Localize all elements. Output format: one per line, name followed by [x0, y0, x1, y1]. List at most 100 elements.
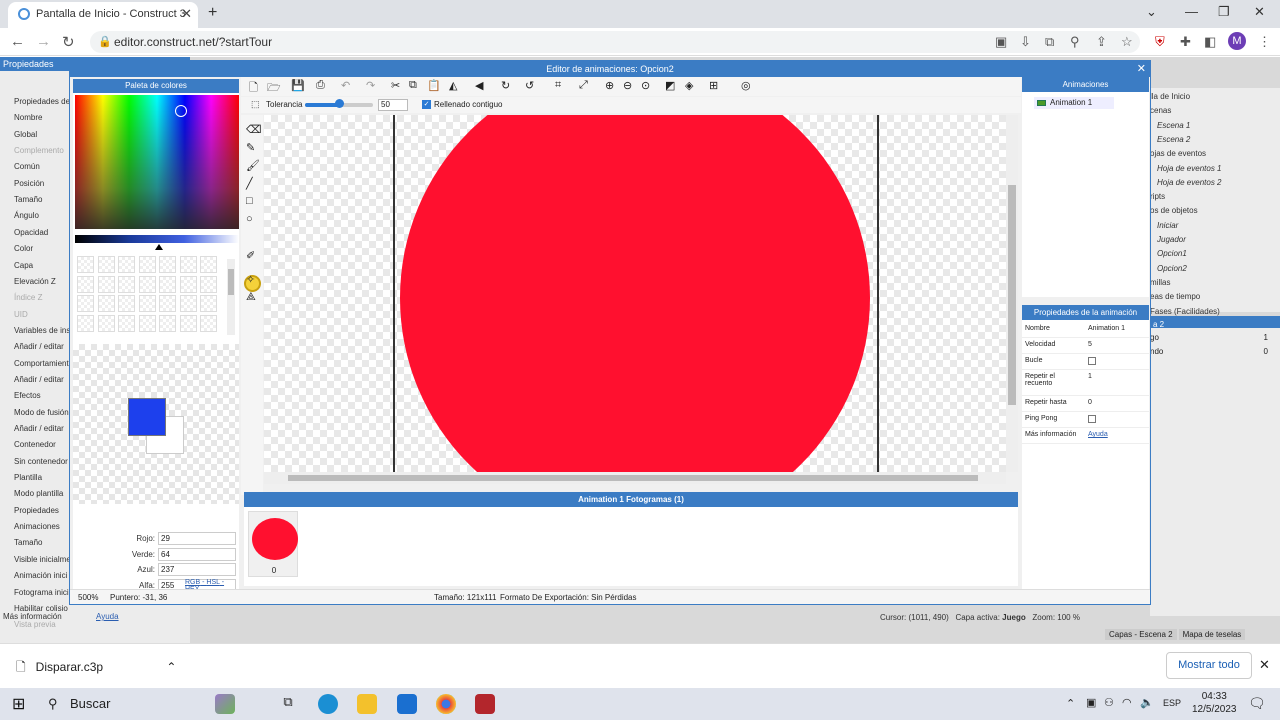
property-row-label[interactable]: Modo plantilla	[14, 489, 63, 498]
line-icon[interactable]: ╱	[246, 177, 253, 190]
side-panel-icon[interactable]: ◧	[1204, 34, 1216, 50]
property-row-label[interactable]: Complemento	[14, 146, 64, 155]
empty-swatch[interactable]	[159, 295, 176, 312]
export-icon[interactable]: ⎙	[316, 79, 325, 92]
origin-point-icon[interactable]: ✧	[246, 273, 255, 286]
empty-swatch[interactable]	[159, 314, 176, 332]
property-row-label[interactable]: Propiedades	[14, 506, 59, 515]
empty-swatch[interactable]	[179, 295, 197, 312]
browser-tab[interactable]: Pantalla de Inicio - Construct 3 ✕	[8, 2, 198, 28]
windows-start-icon[interactable]: ⊞	[12, 694, 25, 714]
close-download-bar-icon[interactable]: ✕	[1259, 657, 1270, 673]
property-row-label[interactable]: Tamaño	[14, 195, 42, 204]
color-picker-handle[interactable]	[175, 105, 187, 117]
property-row-label[interactable]: Contenedor	[14, 440, 56, 449]
new-file-icon[interactable]: 🗋	[249, 79, 258, 98]
download-item[interactable]: 🗋 Disparar.c3p ⌃	[16, 658, 176, 679]
rotate-ccw-icon[interactable]: ↺	[525, 79, 534, 92]
selection-icon[interactable]: ⬚	[251, 99, 260, 110]
property-row-label[interactable]: Ángulo	[14, 211, 39, 220]
menu-icon[interactable]: ⋮	[1258, 34, 1271, 50]
property-row-label[interactable]: Modo de fusión	[14, 408, 69, 417]
canvas-vertical-scrollbar[interactable]	[1006, 115, 1018, 472]
edge-icon[interactable]	[318, 694, 338, 714]
property-row-label[interactable]: Comportamient	[14, 359, 69, 368]
construct-app-icon[interactable]	[475, 694, 495, 714]
open-folder-icon[interactable]: 🗁	[267, 79, 281, 98]
project-tree-item[interactable]: Opcion2	[1157, 264, 1187, 273]
project-tree-item[interactable]: ripts	[1150, 192, 1165, 201]
project-tree-item[interactable]: millas	[1150, 278, 1170, 287]
contiguous-checkbox[interactable]: ✓	[422, 100, 431, 109]
property-row-label[interactable]: Global	[14, 130, 37, 139]
lavender-widget-icon[interactable]	[215, 694, 235, 714]
color-picker-icon[interactable]: ✐	[246, 249, 255, 262]
cut-icon[interactable]: ✂	[391, 79, 400, 92]
new-tab-icon[interactable]: +	[208, 4, 217, 22]
notifications-icon[interactable]: 🗨	[1248, 695, 1266, 712]
channel-input[interactable]: 64	[158, 547, 236, 561]
download-options-chevron-icon[interactable]: ⌃	[166, 660, 176, 674]
share-page-icon[interactable]: ⇪	[1096, 34, 1107, 50]
maximize-icon[interactable]: ❐	[1218, 4, 1230, 20]
flip-vertical-icon[interactable]: ◀	[475, 79, 483, 92]
property-row-label[interactable]: UID	[14, 310, 28, 319]
empty-swatch[interactable]	[179, 314, 197, 332]
foreground-color-swatch[interactable]	[128, 398, 166, 436]
project-tree-item[interactable]: Opcion1	[1157, 249, 1187, 258]
volume-icon[interactable]: 🔈	[1140, 696, 1154, 709]
zoom-icon[interactable]: ⚲	[1070, 34, 1080, 50]
tab-search-icon[interactable]: ⌄	[1146, 4, 1157, 20]
reload-icon[interactable]: ↻	[62, 33, 75, 51]
project-tree-item[interactable]: Fases (Facilidades)	[1150, 307, 1220, 316]
preview-icon[interactable]: ◎	[741, 79, 751, 92]
show-all-button[interactable]: Mostrar todo	[1166, 652, 1252, 679]
wifi-icon[interactable]: ◠	[1122, 696, 1132, 709]
project-tree-item[interactable]: Jugador	[1157, 235, 1186, 244]
property-row-label[interactable]: Añadir / editar	[14, 375, 64, 384]
property-row-label[interactable]: Efectos	[14, 391, 41, 400]
empty-swatch[interactable]	[118, 256, 135, 273]
image-canvas[interactable]	[264, 115, 1006, 472]
project-tree-item[interactable]: lla de Inicio	[1150, 92, 1190, 101]
property-row-label[interactable]: Fotograma inici	[14, 588, 69, 597]
copy-icon[interactable]: ⧉	[409, 79, 417, 92]
channel-input[interactable]: 237	[158, 563, 236, 576]
property-value[interactable]: 5	[1088, 341, 1092, 348]
profile-avatar[interactable]: M	[1228, 32, 1246, 50]
task-view-icon[interactable]: ⧉	[278, 694, 298, 714]
background-icon[interactable]: ◩	[665, 79, 675, 92]
luminance-slider[interactable]	[75, 235, 239, 243]
tolerance-input[interactable]: 50	[378, 99, 408, 111]
swatch-scrollbar[interactable]	[227, 259, 235, 335]
property-value[interactable]: Animation 1	[1088, 325, 1125, 332]
property-checkbox[interactable]	[1088, 357, 1096, 365]
tolerance-slider-handle[interactable]	[335, 99, 344, 108]
vertical-scroll-thumb[interactable]	[1008, 185, 1016, 405]
file-explorer-icon[interactable]	[357, 694, 377, 714]
empty-swatch[interactable]	[77, 314, 94, 332]
horizontal-scroll-thumb[interactable]	[288, 475, 978, 481]
property-row-label[interactable]: Animaciones	[14, 522, 60, 531]
empty-swatch[interactable]	[97, 295, 115, 312]
property-row-label[interactable]: Animación inici	[14, 571, 67, 580]
empty-swatch[interactable]	[97, 275, 115, 293]
empty-swatch[interactable]	[138, 295, 156, 312]
property-row-label[interactable]: Nombre	[14, 113, 42, 122]
project-tree-item[interactable]: Hoja de eventos 2	[1157, 178, 1222, 187]
rotate-cw-icon[interactable]: ↻	[501, 79, 510, 92]
extensions-puzzle-icon[interactable]: ✚	[1180, 34, 1191, 50]
url-field[interactable]: 🔒 editor.construct.net/?startTour	[90, 31, 1140, 53]
mail-icon[interactable]	[397, 694, 417, 714]
frame-thumbnail[interactable]: 0	[248, 511, 298, 577]
language-indicator[interactable]: ESP	[1163, 698, 1181, 708]
project-tree-item[interactable]: Hoja de eventos 1	[1157, 164, 1222, 173]
project-tree-item[interactable]: Iniciar	[1157, 221, 1178, 230]
empty-swatch[interactable]	[200, 314, 217, 332]
canvas-horizontal-scrollbar[interactable]	[264, 472, 1006, 484]
hsl-link[interactable]: HSL	[206, 579, 219, 586]
undo-icon[interactable]: ↶	[341, 79, 350, 92]
property-row-label[interactable]: Variables de ins	[14, 326, 70, 335]
empty-swatch[interactable]	[118, 295, 135, 312]
install-icon[interactable]: ⇩	[1020, 34, 1031, 50]
